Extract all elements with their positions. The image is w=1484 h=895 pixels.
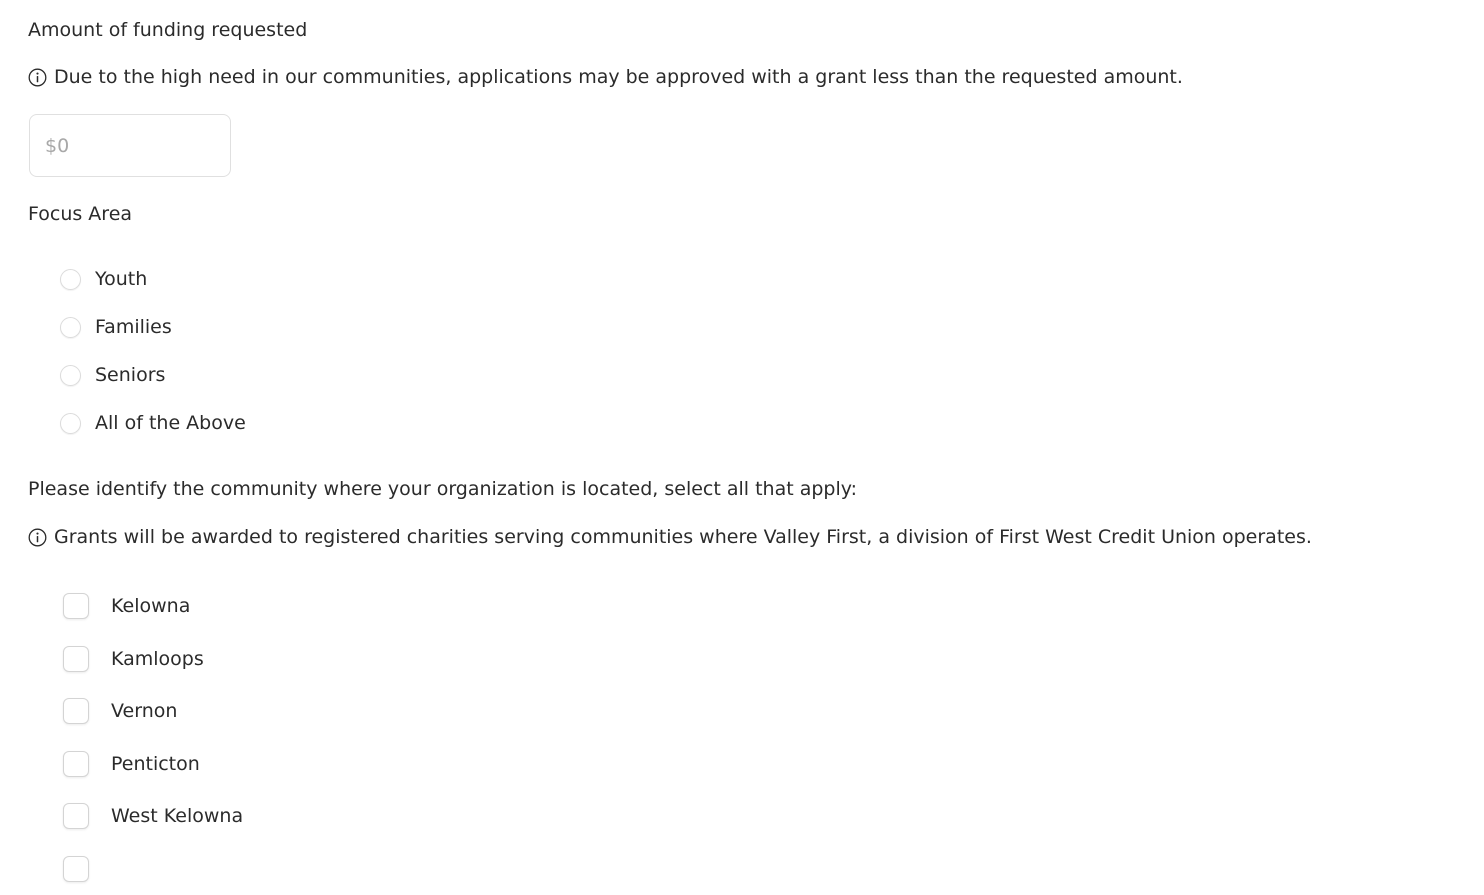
info-circle-icon [28, 528, 47, 547]
community-question-heading: Please identify the community where your… [28, 477, 857, 501]
checkbox-square-icon[interactable] [63, 646, 89, 672]
funding-helper-text: Due to the high need in our communities,… [54, 65, 1183, 89]
funding-amount-heading: Amount of funding requested [28, 18, 307, 42]
radio-option-label: Youth [95, 255, 147, 303]
checkbox-square-icon[interactable] [63, 803, 89, 829]
radio-circle-icon[interactable] [60, 317, 81, 338]
info-circle-icon [28, 68, 47, 87]
checkbox-option-label: West Kelowna [111, 790, 243, 843]
checkbox-option-vernon[interactable]: Vernon [0, 685, 700, 738]
checkbox-square-icon[interactable] [63, 856, 89, 882]
focus-area-heading: Focus Area [28, 202, 132, 226]
checkbox-option-label: Kelowna [111, 580, 190, 633]
radio-option-label: All of the Above [95, 399, 246, 447]
checkbox-option-label: Penticton [111, 738, 200, 791]
checkbox-option-kelowna[interactable]: Kelowna [0, 580, 700, 633]
focus-area-radio-group: Youth Families Seniors All of the Above [0, 255, 700, 447]
radio-option-seniors[interactable]: Seniors [0, 351, 700, 399]
radio-circle-icon[interactable] [60, 365, 81, 386]
radio-option-label: Families [95, 303, 172, 351]
radio-option-all-of-the-above[interactable]: All of the Above [0, 399, 700, 447]
checkbox-square-icon[interactable] [63, 751, 89, 777]
radio-circle-icon[interactable] [60, 269, 81, 290]
checkbox-option-partial-cutoff[interactable] [0, 843, 700, 895]
checkbox-option-penticton[interactable]: Penticton [0, 738, 700, 791]
funding-amount-input[interactable] [29, 114, 231, 177]
radio-option-youth[interactable]: Youth [0, 255, 700, 303]
grant-application-form: Amount of funding requested Due to the h… [0, 0, 1484, 856]
funding-helper-text-row: Due to the high need in our communities,… [28, 65, 1183, 89]
checkbox-option-kamloops[interactable]: Kamloops [0, 633, 700, 686]
radio-circle-icon[interactable] [60, 413, 81, 434]
radio-option-families[interactable]: Families [0, 303, 700, 351]
checkbox-option-west-kelowna[interactable]: West Kelowna [0, 790, 700, 843]
checkbox-square-icon[interactable] [63, 593, 89, 619]
checkbox-option-label: Kamloops [111, 633, 204, 686]
checkbox-square-icon[interactable] [63, 698, 89, 724]
community-helper-text: Grants will be awarded to registered cha… [54, 525, 1312, 549]
radio-option-label: Seniors [95, 351, 165, 399]
community-helper-text-row: Grants will be awarded to registered cha… [28, 525, 1312, 549]
community-checkbox-group: Kelowna Kamloops Vernon Penticton West K… [0, 580, 700, 895]
checkbox-option-label: Vernon [111, 685, 177, 738]
